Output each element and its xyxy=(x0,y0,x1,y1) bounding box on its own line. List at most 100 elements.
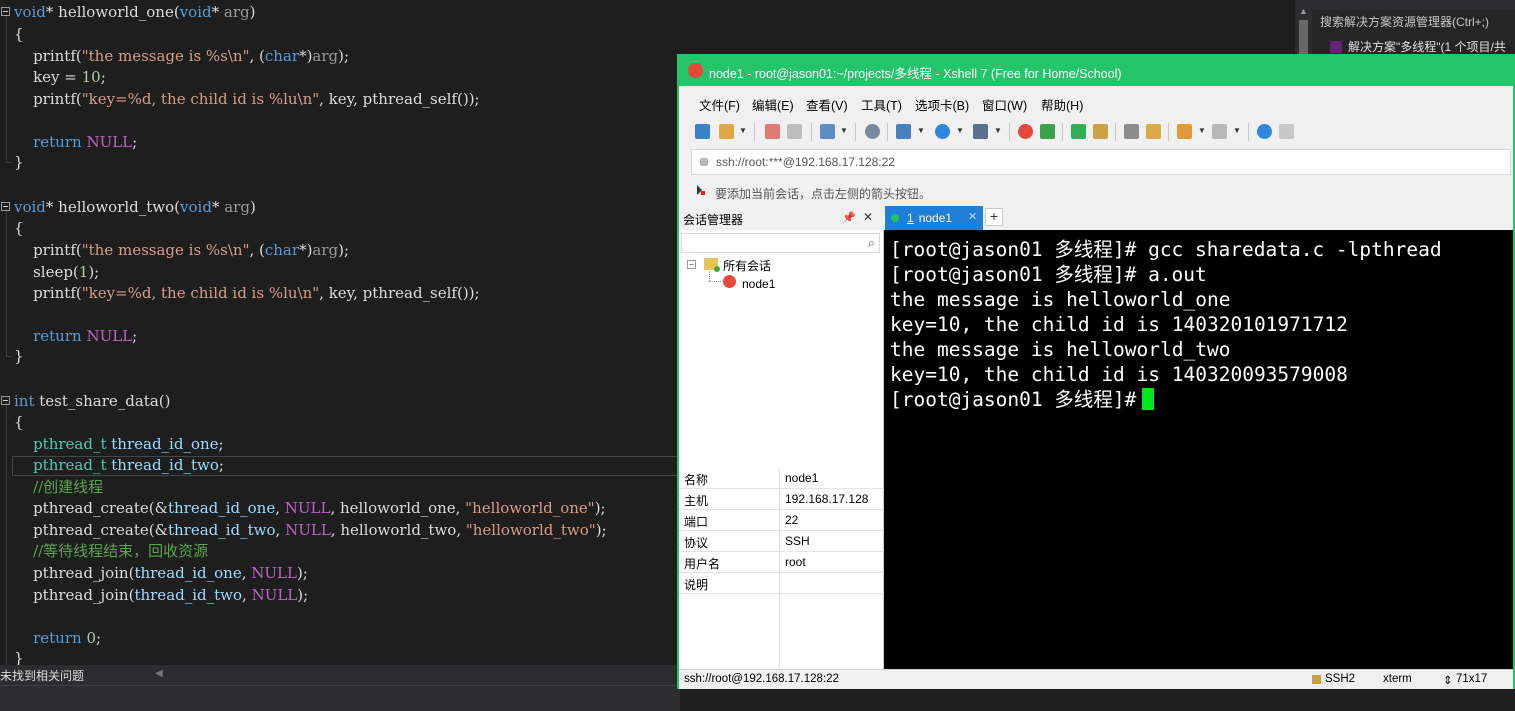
new-tab-button[interactable]: + xyxy=(985,208,1003,226)
code-text: { xyxy=(14,24,24,45)
code-text: void* helloworld_two(void* arg) xyxy=(14,197,256,218)
code-token: return xyxy=(33,629,82,647)
code-token: , key, pthread_self()); xyxy=(319,90,480,108)
property-key: 协议 xyxy=(684,536,709,550)
tree-item-all-sessions[interactable]: 所有会话 xyxy=(723,257,771,274)
search-icon[interactable] xyxy=(865,124,880,139)
keyboard-icon[interactable] xyxy=(1124,124,1139,139)
toolbar-separator xyxy=(1115,123,1116,141)
code-token: , helloworld_one, xyxy=(330,499,466,517)
solution-explorer-search[interactable]: 搜索解决方案资源管理器(Ctrl+;) xyxy=(1320,13,1489,30)
menu-tab[interactable]: 选项卡(B) xyxy=(915,95,969,114)
menu-help[interactable]: 帮助(H) xyxy=(1041,95,1083,114)
chevron-down-icon[interactable]: ▼ xyxy=(840,126,848,135)
solution-explorer-toolbar xyxy=(1312,0,1515,10)
code-token: * xyxy=(211,3,224,21)
fullscreen-icon[interactable] xyxy=(1071,124,1086,139)
menu-tools[interactable]: 工具(T) xyxy=(861,95,902,114)
code-token: void xyxy=(180,198,212,216)
menu-window[interactable]: 窗口(W) xyxy=(982,95,1027,114)
code-token: ); xyxy=(338,241,350,259)
collapse-icon[interactable] xyxy=(1,7,10,16)
disconnect-icon[interactable] xyxy=(787,124,802,139)
session-properties: 名称 node1 主机 192.168.17.128 端口 22 协议 SSH 用户名 r… xyxy=(679,468,884,669)
compose-icon[interactable] xyxy=(1212,124,1227,139)
code-text: //创建线程 xyxy=(14,477,103,498)
menu-view[interactable]: 查看(V) xyxy=(806,95,848,114)
chevron-down-icon[interactable]: ▼ xyxy=(739,126,747,135)
search-icon[interactable]: ⌕ xyxy=(868,235,875,251)
code-token: printf( xyxy=(14,241,82,259)
layout-icon[interactable] xyxy=(896,124,911,139)
tab-node1[interactable]: 1 node1 ✕ xyxy=(885,206,983,230)
code-token: ; xyxy=(95,629,102,647)
reconnect-icon[interactable] xyxy=(765,124,780,139)
xshell-app-icon xyxy=(688,63,703,78)
code-token: , xyxy=(242,586,252,604)
open-folder-icon[interactable] xyxy=(719,124,734,139)
code-token: arg xyxy=(312,241,339,259)
chat-icon[interactable] xyxy=(1279,124,1294,139)
terminal-line-text: key=10, the child id is 140320093579008 xyxy=(890,363,1348,386)
property-value: 22 xyxy=(785,513,799,527)
menu-file[interactable]: 文件(F) xyxy=(699,95,740,114)
chevron-down-icon[interactable]: ▼ xyxy=(994,126,1002,135)
collapse-icon[interactable] xyxy=(1,396,10,405)
lock-icon[interactable] xyxy=(1093,124,1108,139)
scroll-left-icon[interactable]: ◀ xyxy=(155,668,163,679)
chevron-down-icon[interactable]: ▼ xyxy=(1233,126,1241,135)
code-token: , helloworld_two, xyxy=(330,521,466,539)
chevron-down-icon[interactable]: ▼ xyxy=(917,126,925,135)
code-token: ); xyxy=(594,499,606,517)
close-tab-icon[interactable]: ✕ xyxy=(968,210,977,223)
code-text: pthread_t thread_id_one; xyxy=(14,434,224,455)
chevron-down-icon[interactable]: ▼ xyxy=(1198,126,1206,135)
script-icon[interactable] xyxy=(1040,124,1055,139)
connected-status-icon xyxy=(891,214,899,222)
new-session-icon[interactable] xyxy=(695,124,710,139)
terminal-output[interactable]: [root@jason01 多线程]# gcc sharedata.c -lpt… xyxy=(884,230,1513,669)
xshell-titlebar[interactable]: node1 - root@jason01:~/projects/多线程 - Xs… xyxy=(679,56,1513,86)
property-key: 主机 xyxy=(684,494,709,508)
address-bar[interactable]: ssh://root:***@192.168.17.128:22 xyxy=(691,149,1511,175)
code-token: , xyxy=(275,499,285,517)
solution-root-item[interactable]: 解决方案"多线程"(1 个项目/共 xyxy=(1330,38,1506,55)
code-text: } xyxy=(14,346,24,367)
menu-edit[interactable]: 编辑(E) xyxy=(752,95,794,114)
fold-guide-end xyxy=(6,162,12,163)
properties-icon[interactable] xyxy=(820,124,835,139)
code-token: NULL xyxy=(285,521,331,539)
xftp-icon[interactable] xyxy=(1018,124,1033,139)
code-text: printf("key=%d, the child id is %lu\n", … xyxy=(14,283,480,304)
collapse-icon[interactable] xyxy=(1,202,10,211)
hint-text: 要添加当前会话，点击左侧的箭头按钮。 xyxy=(715,187,932,201)
tree-collapse-toggle[interactable]: − xyxy=(687,260,696,269)
code-token: , xyxy=(275,521,286,539)
scroll-up-icon[interactable]: ▲ xyxy=(1299,6,1308,16)
code-token: return xyxy=(33,133,82,151)
globe-icon[interactable] xyxy=(935,124,950,139)
resize-icon: ⇕ xyxy=(1443,675,1453,687)
highlight-icon[interactable] xyxy=(1146,124,1161,139)
code-token: thread_id_one xyxy=(134,564,242,582)
transfer-icon[interactable] xyxy=(1177,124,1192,139)
pin-icon[interactable]: 📌 xyxy=(842,211,856,224)
code-text: printf("key=%d, the child id is %lu\n", … xyxy=(14,89,480,110)
close-icon[interactable]: ✕ xyxy=(863,210,873,224)
property-key: 说明 xyxy=(684,578,709,592)
code-token: key = xyxy=(14,68,82,86)
session-search-input[interactable]: ⌕ xyxy=(681,233,880,253)
code-token: int xyxy=(14,392,35,410)
chevron-down-icon[interactable]: ▼ xyxy=(956,126,964,135)
terminal-line: key=10, the child id is 140320101971712 xyxy=(890,312,1348,337)
property-row-description: 说明 xyxy=(679,573,884,594)
font-icon[interactable] xyxy=(973,124,988,139)
help-icon[interactable] xyxy=(1257,124,1272,139)
code-token: void xyxy=(14,3,46,21)
tree-item-node1[interactable]: node1 xyxy=(742,277,775,291)
property-value: root xyxy=(785,555,806,569)
